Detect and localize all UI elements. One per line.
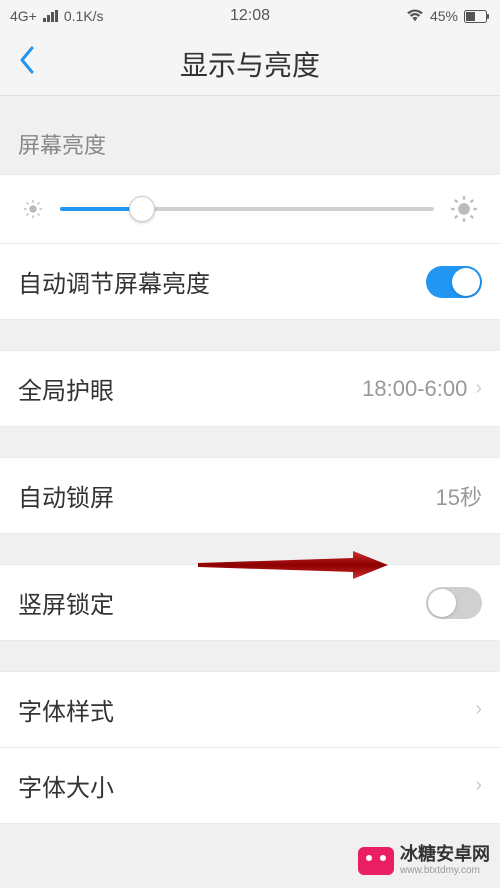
status-bar: 4G+ 0.1K/s 12:08 45% [0, 0, 500, 32]
auto-brightness-toggle[interactable] [426, 266, 482, 298]
chevron-right-icon: › [475, 377, 482, 400]
network-type: 4G+ [10, 8, 37, 24]
auto-brightness-row[interactable]: 自动调节屏幕亮度 [0, 244, 500, 320]
auto-lock-value: 15秒 [436, 480, 482, 512]
signal-icon [43, 10, 58, 22]
back-button[interactable] [18, 45, 36, 83]
portrait-lock-toggle[interactable] [426, 587, 482, 619]
auto-lock-time: 15秒 [436, 480, 482, 512]
brightness-slider[interactable] [60, 207, 434, 211]
watermark: 冰糖安卓网 www.btxtdmy.com [358, 845, 490, 876]
font-size-label: 字体大小 [18, 768, 114, 803]
eye-care-time: 18:00-6:00 [362, 376, 467, 402]
status-time: 12:08 [230, 7, 270, 25]
page-title: 显示与亮度 [0, 44, 500, 84]
brightness-low-icon [22, 198, 44, 220]
auto-lock-label: 自动锁屏 [18, 478, 114, 513]
font-style-row[interactable]: 字体样式 › [0, 671, 500, 748]
auto-brightness-label: 自动调节屏幕亮度 [18, 264, 210, 299]
brightness-high-icon [450, 195, 478, 223]
wifi-icon [406, 9, 424, 23]
portrait-lock-label: 竖屏锁定 [18, 585, 114, 620]
brightness-section: 屏幕亮度 自动调节屏幕亮度 [0, 114, 500, 320]
eye-care-row[interactable]: 全局护眼 18:00-6:00 › [0, 350, 500, 427]
portrait-lock-row[interactable]: 竖屏锁定 [0, 564, 500, 641]
eye-care-label: 全局护眼 [18, 371, 114, 406]
chevron-right-icon: › [475, 698, 482, 721]
lock-group: 自动锁屏 15秒 [0, 457, 500, 534]
battery-icon [464, 10, 490, 23]
brightness-section-title: 屏幕亮度 [0, 114, 500, 174]
watermark-text: 冰糖安卓网 www.btxtdmy.com [400, 845, 490, 876]
status-right: 45% [406, 8, 490, 24]
watermark-sub: www.btxtdmy.com [400, 865, 490, 876]
watermark-logo-icon [358, 847, 394, 875]
header: 显示与亮度 [0, 32, 500, 96]
toggle-knob [452, 268, 480, 296]
font-style-label: 字体样式 [18, 692, 114, 727]
eye-care-value: 18:00-6:00 › [362, 376, 482, 402]
font-group: 字体样式 › 字体大小 › [0, 671, 500, 824]
toggle-knob [428, 589, 456, 617]
portrait-lock-group: 竖屏锁定 [0, 564, 500, 641]
slider-thumb[interactable] [129, 196, 155, 222]
chevron-left-icon [18, 45, 36, 75]
status-left: 4G+ 0.1K/s [10, 8, 104, 24]
eye-care-group: 全局护眼 18:00-6:00 › [0, 350, 500, 427]
brightness-slider-row [0, 174, 500, 244]
data-rate: 0.1K/s [64, 8, 104, 24]
battery-percent: 45% [430, 8, 458, 24]
chevron-right-icon: › [475, 774, 482, 797]
auto-lock-row[interactable]: 自动锁屏 15秒 [0, 457, 500, 534]
watermark-main: 冰糖安卓网 [400, 845, 490, 865]
font-size-row[interactable]: 字体大小 › [0, 748, 500, 824]
